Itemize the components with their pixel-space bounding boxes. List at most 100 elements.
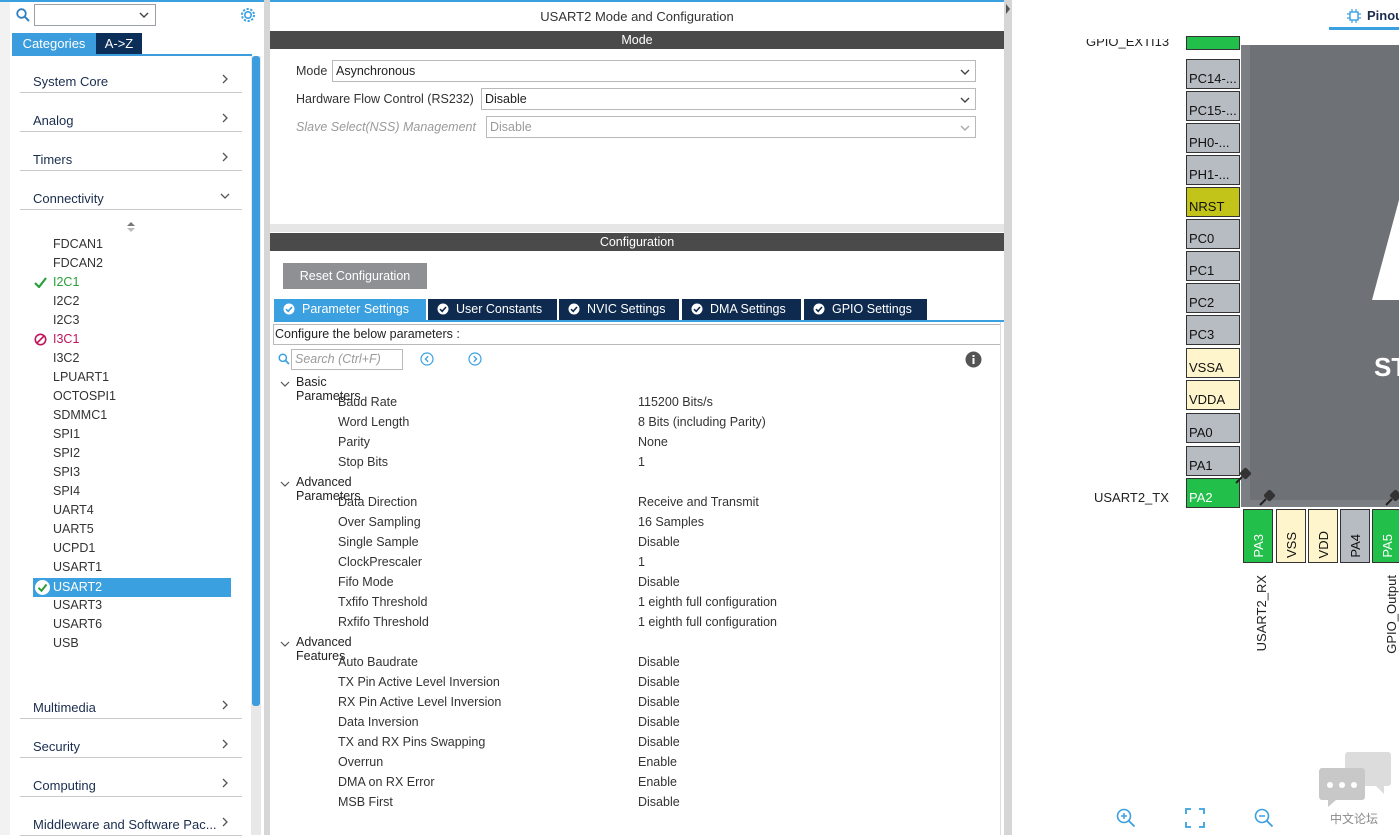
category-timers[interactable]: Timers: [20, 133, 242, 171]
category-analog[interactable]: Analog: [20, 94, 242, 132]
fit-to-screen-icon[interactable]: [1185, 808, 1205, 828]
param-row[interactable]: Over Sampling 16 Samples: [338, 514, 998, 534]
scrollbar-thumb[interactable]: [252, 56, 260, 706]
list-item-octospi1[interactable]: OCTOSPI1: [53, 387, 116, 406]
list-item-spi1[interactable]: SPI1: [53, 425, 80, 444]
param-value[interactable]: None: [638, 435, 668, 449]
param-row[interactable]: Word Length 8 Bits (including Parity): [338, 414, 998, 434]
list-item-i2c3[interactable]: I2C3: [53, 311, 79, 330]
param-row[interactable]: Baud Rate 115200 Bits/s: [338, 394, 998, 414]
tab-dma-settings[interactable]: DMA Settings: [682, 299, 801, 320]
list-item-spi2[interactable]: SPI2: [53, 444, 80, 463]
previous-match-icon[interactable]: [420, 352, 434, 366]
param-value[interactable]: Disable: [638, 695, 680, 709]
list-item-usart3[interactable]: USART3: [53, 596, 102, 615]
param-row[interactable]: Parity None: [338, 434, 998, 454]
pin-ph0[interactable]: PH0-...: [1186, 123, 1240, 153]
next-match-icon[interactable]: [468, 352, 482, 366]
list-item-i3c2[interactable]: I3C2: [53, 349, 79, 368]
pin-pc15[interactable]: PC15-...: [1186, 91, 1240, 121]
param-value[interactable]: Disable: [638, 655, 680, 669]
category-system-core[interactable]: System Core: [20, 55, 242, 93]
list-item-uart5[interactable]: UART5: [53, 520, 94, 539]
param-value[interactable]: Disable: [638, 735, 680, 749]
list-item-spi3[interactable]: SPI3: [53, 463, 80, 482]
pin-pa0[interactable]: PA0: [1186, 413, 1240, 443]
list-item-sdmmc1[interactable]: SDMMC1: [53, 406, 107, 425]
category-security[interactable]: Security: [20, 720, 242, 758]
param-value[interactable]: 115200 Bits/s: [638, 395, 713, 409]
pin-ph1[interactable]: PH1-...: [1186, 155, 1240, 185]
param-row[interactable]: Stop Bits 1: [338, 454, 998, 474]
list-item-i3c1[interactable]: I3C1: [53, 330, 79, 349]
category-computing[interactable]: Computing: [20, 759, 242, 797]
search-combo[interactable]: [34, 4, 156, 26]
pin-pc2[interactable]: PC2: [1186, 283, 1240, 313]
pin-pc1[interactable]: PC1: [1186, 251, 1240, 281]
info-icon[interactable]: [965, 351, 982, 368]
list-item-usb[interactable]: USB: [53, 634, 79, 653]
param-row[interactable]: RX Pin Active Level Inversion Disable: [338, 694, 998, 714]
zoom-in-icon[interactable]: [1116, 808, 1136, 828]
tab-a-to-z[interactable]: A->Z: [96, 33, 142, 54]
param-row[interactable]: Rxfifo Threshold 1 eighth full configurat…: [338, 614, 998, 634]
tab-nvic-settings[interactable]: NVIC Settings: [559, 299, 679, 320]
list-item-uart4[interactable]: UART4: [53, 501, 94, 520]
param-value[interactable]: Disable: [638, 795, 680, 809]
zoom-out-icon[interactable]: [1254, 808, 1274, 828]
param-row[interactable]: TX and RX Pins Swapping Disable: [338, 734, 998, 754]
tab-parameter-settings[interactable]: Parameter Settings: [274, 299, 426, 320]
category-multimedia[interactable]: Multimedia: [20, 681, 242, 719]
param-row[interactable]: Data Direction Receive and Transmit: [338, 494, 998, 514]
tab-user-constants[interactable]: User Constants: [428, 299, 557, 320]
param-value[interactable]: Disable: [638, 675, 680, 689]
search-icon[interactable]: [16, 8, 30, 22]
param-value[interactable]: Enable: [638, 755, 677, 769]
param-row[interactable]: Fifo Mode Disable: [338, 574, 998, 594]
list-item-i2c2[interactable]: I2C2: [53, 292, 79, 311]
param-value[interactable]: Receive and Transmit: [638, 495, 759, 509]
param-row[interactable]: TX Pin Active Level Inversion Disable: [338, 674, 998, 694]
pin-pa5[interactable]: PA5: [1372, 509, 1399, 563]
param-value[interactable]: 8 Bits (including Parity): [638, 415, 766, 429]
gear-icon[interactable]: [239, 6, 257, 24]
pin-pa4[interactable]: PA4: [1340, 509, 1370, 563]
param-row[interactable]: Auto Baudrate Disable: [338, 654, 998, 674]
param-row[interactable]: Data Inversion Disable: [338, 714, 998, 734]
mode-select[interactable]: Asynchronous: [332, 60, 976, 82]
parameter-search-input[interactable]: Search (Ctrl+F): [291, 349, 403, 370]
param-row[interactable]: Single Sample Disable: [338, 534, 998, 554]
list-item-spi4[interactable]: SPI4: [53, 482, 80, 501]
list-item-usart2-selected[interactable]: USART2: [33, 578, 231, 597]
param-value[interactable]: 16 Samples: [638, 515, 704, 529]
tab-categories[interactable]: Categories: [12, 33, 96, 54]
collapse-arrow-icon[interactable]: [1005, 4, 1011, 14]
param-value[interactable]: 1 eighth full configuration: [638, 615, 777, 629]
reset-configuration-button[interactable]: Reset Configuration: [283, 263, 427, 289]
param-value[interactable]: Disable: [638, 535, 680, 549]
tab-gpio-settings[interactable]: GPIO Settings: [804, 299, 927, 320]
flow-control-select[interactable]: Disable: [481, 88, 976, 110]
param-row[interactable]: ClockPrescaler 1: [338, 554, 998, 574]
panel-splitter-right[interactable]: [1004, 0, 1012, 835]
param-value[interactable]: Disable: [638, 715, 680, 729]
param-value[interactable]: 1: [638, 455, 645, 469]
tab-pinout-view[interactable]: Pinou: [1329, 4, 1399, 28]
param-value[interactable]: Disable: [638, 575, 680, 589]
pin-pc0[interactable]: PC0: [1186, 219, 1240, 249]
pin-pc14[interactable]: PC14-...: [1186, 59, 1240, 89]
category-middleware[interactable]: Middleware and Software Pac...: [20, 798, 242, 836]
param-value[interactable]: 1: [638, 555, 645, 569]
pin-vssa[interactable]: VSSA: [1186, 348, 1240, 378]
pin-nrst[interactable]: NRST: [1186, 187, 1240, 217]
param-row[interactable]: MSB First Disable: [338, 794, 998, 814]
list-item-i2c1[interactable]: I2C1: [53, 273, 79, 292]
list-item-ucpd1[interactable]: UCPD1: [53, 539, 95, 558]
param-value[interactable]: 1 eighth full configuration: [638, 595, 777, 609]
list-item-usart1[interactable]: USART1: [53, 558, 102, 577]
list-item-fdcan1[interactable]: FDCAN1: [53, 235, 103, 254]
panel-splitter-left[interactable]: [264, 0, 270, 835]
param-value[interactable]: Enable: [638, 775, 677, 789]
pin-pc13[interactable]: [1186, 36, 1240, 50]
sort-icon[interactable]: [126, 221, 136, 233]
